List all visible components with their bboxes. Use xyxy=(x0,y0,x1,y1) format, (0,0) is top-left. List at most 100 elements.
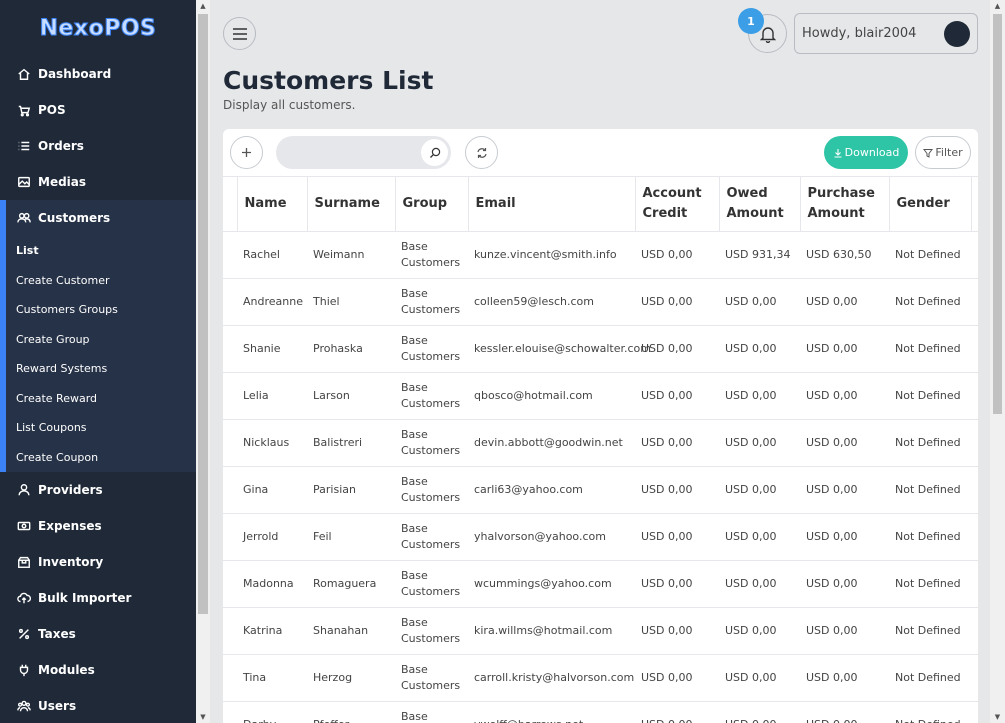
table-row[interactable]: Shanie Prohaska Base Customers kessler.elou… xyxy=(223,325,978,373)
table-row[interactable]: Nicklaus Balistreri Base Customers devin.ab… xyxy=(223,419,978,467)
submenu-item-create-customer[interactable]: Create Customer xyxy=(6,266,196,296)
table-row[interactable]: DarbyPfefferBase Customersvwolff@barrows… xyxy=(223,701,978,723)
app-logo[interactable]: NexoPOS xyxy=(0,0,196,56)
group-cell: Base Customers xyxy=(395,325,468,373)
menu-toggle-button[interactable] xyxy=(223,17,256,50)
column-header-group[interactable]: Group xyxy=(395,177,469,232)
sidebar-item-orders[interactable]: Orders xyxy=(0,128,196,164)
submenu-item-list-coupons[interactable]: List Coupons xyxy=(6,413,196,443)
purchase-amount-cell: USD 0,00 xyxy=(800,419,889,467)
scroll-down-arrow-icon[interactable]: ▼ xyxy=(196,713,210,721)
owed-amount-cell: USD 0,00 xyxy=(719,466,800,514)
row-actions[interactable] xyxy=(971,325,978,373)
table-row[interactable]: Rachel Weimann Base Customers kunze.vincent… xyxy=(223,231,978,279)
row-actions[interactable] xyxy=(971,278,978,326)
gender-cell: Not Defined xyxy=(889,325,971,373)
row-actions[interactable] xyxy=(971,513,978,561)
submenu-item-customers-groups[interactable]: Customers Groups xyxy=(6,295,196,325)
purchase-amount-cell: USD 0,00 xyxy=(800,466,889,514)
filter-button[interactable]: Filter xyxy=(915,136,971,169)
submenu-item-list[interactable]: List xyxy=(6,236,196,266)
sidebar-item-label: POS xyxy=(38,103,66,117)
row-actions[interactable] xyxy=(971,372,978,420)
download-button[interactable]: Download xyxy=(824,136,908,169)
row-actions[interactable] xyxy=(971,560,978,608)
purchase-amount-cell: USD 0,00 xyxy=(800,372,889,420)
owed-amount-cell: USD 0,00 xyxy=(719,560,800,608)
sidebar-item-taxes[interactable]: Taxes xyxy=(0,616,196,652)
column-header-purchase-amount[interactable]: Purchase Amount xyxy=(800,177,890,232)
cart-icon xyxy=(17,103,31,117)
submenu-item-create-coupon[interactable]: Create Coupon xyxy=(6,443,196,473)
sidebar-scrollbar[interactable]: ▲ ▼ xyxy=(196,0,210,723)
submenu-item-reward-systems[interactable]: Reward Systems xyxy=(6,354,196,384)
sidebar-item-customers[interactable]: Customers xyxy=(6,200,196,236)
row-actions[interactable] xyxy=(971,607,978,655)
table-row[interactable]: Gina Parisian Base Customers carli63@yahoo.… xyxy=(223,466,978,514)
sidebar-item-pos[interactable]: POS xyxy=(0,92,196,128)
scroll-up-arrow-icon[interactable]: ▲ xyxy=(196,2,210,10)
refresh-button[interactable] xyxy=(465,136,498,169)
sidebar-item-providers[interactable]: Providers xyxy=(0,472,196,508)
column-header-gender[interactable]: Gender xyxy=(889,177,972,232)
box-icon xyxy=(17,555,31,569)
table-row[interactable]: Jerrold Feil Base Customers yhalvorson@yaho… xyxy=(223,513,978,561)
column-header-owed-amount[interactable]: Owed Amount xyxy=(719,177,801,232)
email-cell: kunze.vincent@smith.info xyxy=(468,231,635,279)
column-header-surname[interactable]: Surname xyxy=(307,177,396,232)
users-icon xyxy=(17,211,31,225)
submenu-item-create-reward[interactable]: Create Reward xyxy=(6,384,196,414)
sidebar-item-medias[interactable]: Medias xyxy=(0,164,196,200)
email-cell: yhalvorson@yahoo.com xyxy=(468,513,635,561)
scroll-down-arrow-icon[interactable]: ▼ xyxy=(990,713,1005,721)
column-header-name[interactable]: Name xyxy=(237,177,308,232)
scroll-up-arrow-icon[interactable]: ▲ xyxy=(990,2,1005,10)
row-actions[interactable] xyxy=(971,231,978,279)
owed-amount-cell: USD 0,00 xyxy=(719,419,800,467)
sidebar-item-users[interactable]: Users xyxy=(0,688,196,723)
surname-cell: Pfeffer xyxy=(307,701,395,723)
column-header-email[interactable]: Email xyxy=(468,177,636,232)
row-actions[interactable] xyxy=(971,654,978,702)
sidebar-item-label: Taxes xyxy=(38,627,76,641)
scrollbar-thumb[interactable] xyxy=(198,14,208,614)
row-spacer xyxy=(223,372,237,420)
table-row[interactable]: Andreanne Thiel Base Customers colleen59@le… xyxy=(223,278,978,326)
page-scrollbar[interactable]: ▲ ▼ xyxy=(990,0,1005,723)
row-spacer xyxy=(223,607,237,655)
user-menu-button[interactable]: Howdy, blair2004 xyxy=(794,13,978,54)
purchase-amount-cell: USD 0,00 xyxy=(800,607,889,655)
account-credit-cell: USD 0,00 xyxy=(635,701,719,723)
gender-cell: Not Defined xyxy=(889,513,971,561)
sidebar-item-expenses[interactable]: Expenses xyxy=(0,508,196,544)
sidebar-item-modules[interactable]: Modules xyxy=(0,652,196,688)
search-button[interactable] xyxy=(421,139,448,166)
table-row[interactable]: Madonna Romaguera Base Customers wcummings@… xyxy=(223,560,978,608)
row-actions[interactable] xyxy=(971,466,978,514)
account-credit-cell: USD 0,00 xyxy=(635,560,719,608)
column-header-account-credit[interactable]: Account Credit xyxy=(635,177,720,232)
group-icon xyxy=(17,699,31,713)
surname-cell: Larson xyxy=(307,372,395,420)
name-cell: Tina xyxy=(237,654,307,702)
filter-icon xyxy=(923,148,934,158)
scrollbar-thumb[interactable] xyxy=(993,14,1002,414)
purchase-amount-cell: USD 0,00 xyxy=(800,278,889,326)
row-actions[interactable] xyxy=(971,701,978,723)
gender-cell: Not Defined xyxy=(889,231,971,279)
sidebar-item-inventory[interactable]: Inventory xyxy=(0,544,196,580)
gender-cell: Not Defined xyxy=(889,607,971,655)
sidebar-item-dashboard[interactable]: Dashboard xyxy=(0,56,196,92)
table-row[interactable]: Katrina Shanahan Base Customers kira.willms… xyxy=(223,607,978,655)
table-row[interactable]: Tina Herzog Base Customers carroll.kristy@h… xyxy=(223,654,978,702)
sidebar-item-bulk-importer[interactable]: Bulk Importer xyxy=(0,580,196,616)
add-customer-button[interactable] xyxy=(230,136,263,169)
table-row[interactable]: Lelia Larson Base Customers qbosco@hotmail.… xyxy=(223,372,978,420)
submenu-item-create-group[interactable]: Create Group xyxy=(6,325,196,355)
row-actions[interactable] xyxy=(971,419,978,467)
plus-icon xyxy=(242,148,251,157)
row-spacer xyxy=(223,231,237,279)
avatar xyxy=(944,20,970,47)
row-spacer xyxy=(223,513,237,561)
search-input[interactable] xyxy=(276,136,416,169)
